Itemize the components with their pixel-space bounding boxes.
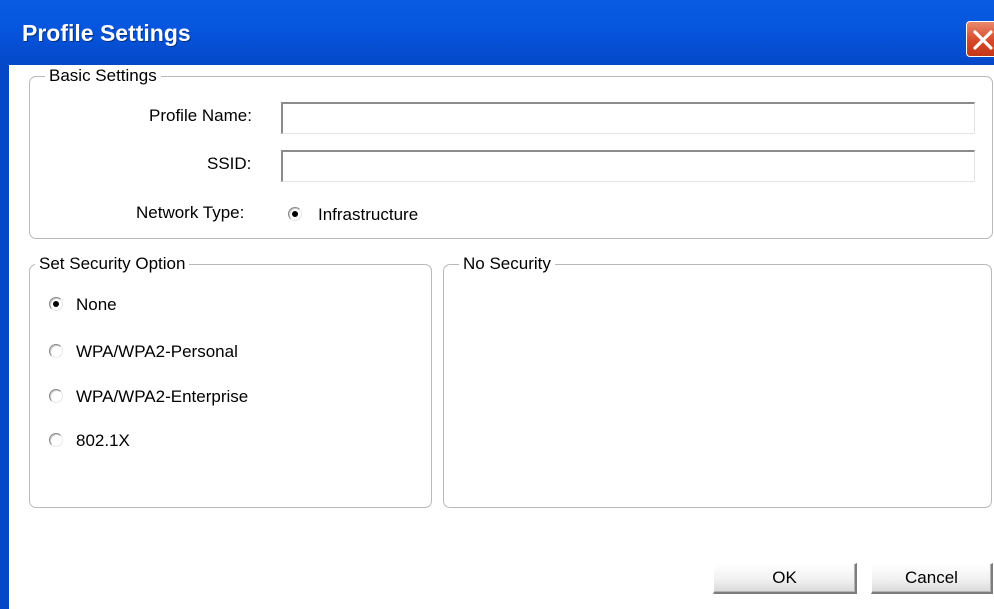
ssid-label: SSID: (207, 154, 252, 173)
cancel-button[interactable]: Cancel (871, 563, 993, 594)
security-option-group: Set Security Option None WPA/WPA2-Person… (29, 254, 432, 508)
close-button[interactable] (966, 21, 994, 57)
security-8021x-label[interactable]: 802.1X (76, 431, 130, 451)
security-none-radio[interactable] (49, 297, 63, 311)
network-type-label: Network Type: (136, 203, 245, 222)
security-wpa-enterprise-radio[interactable] (49, 389, 63, 403)
security-detail-group: No Security (443, 254, 992, 508)
security-none-label[interactable]: None (76, 295, 117, 315)
dialog-body: Basic Settings Profile Name: SSID: Netwo… (9, 65, 994, 609)
window-title: Profile Settings (22, 20, 191, 46)
profile-name-input[interactable] (281, 102, 975, 134)
ssid-input[interactable] (281, 150, 975, 182)
profile-name-label: Profile Name: (149, 106, 252, 125)
security-wpa-personal-label[interactable]: WPA/WPA2-Personal (76, 342, 238, 362)
security-8021x-radio[interactable] (49, 433, 63, 447)
basic-settings-group: Basic Settings Profile Name: SSID: Netwo… (29, 66, 993, 239)
infrastructure-label[interactable]: Infrastructure (318, 205, 418, 225)
security-wpa-personal-radio[interactable] (49, 344, 63, 358)
basic-settings-legend: Basic Settings (45, 66, 161, 86)
security-detail-legend: No Security (459, 254, 555, 274)
close-icon (973, 30, 993, 50)
security-option-legend: Set Security Option (35, 254, 190, 274)
ok-button[interactable]: OK (713, 563, 857, 594)
title-bar[interactable]: Profile Settings (0, 0, 994, 65)
infrastructure-radio[interactable] (288, 207, 302, 221)
window-left-border (0, 65, 9, 609)
security-wpa-enterprise-label[interactable]: WPA/WPA2-Enterprise (76, 387, 248, 407)
